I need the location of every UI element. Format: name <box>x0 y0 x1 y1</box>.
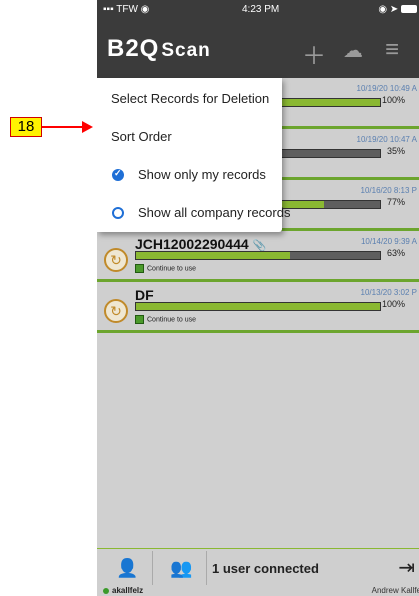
logout-icon[interactable]: ⇥ <box>398 555 415 580</box>
add-user-icon: 👤 <box>116 558 139 578</box>
record-date: 10/19/20 10:47 A <box>356 135 418 144</box>
add-icon[interactable]: ＋ <box>302 36 326 71</box>
menu-item-select-deletion[interactable]: Select Records for Deletion <box>111 91 269 106</box>
record-date: 10/19/20 10:49 A <box>356 84 418 93</box>
checked-radio-icon[interactable] <box>112 168 124 181</box>
record-name: JCH12002290444 📎 <box>135 236 267 252</box>
menu-item-sort-order[interactable]: Sort Order <box>111 129 172 144</box>
carrier-signal: ▪▪▪ TFW ◉ <box>103 4 150 15</box>
refresh-icon: ↻ <box>104 248 128 272</box>
user-bar: akallfelz Andrew Kallfe <box>97 586 419 596</box>
users-button[interactable]: 👥 <box>157 551 207 585</box>
record-name: DF <box>135 287 154 303</box>
record-row[interactable]: ↻ DF 10/13/20 3:02 P 100% Continue to us… <box>97 282 419 333</box>
menu-item-show-company-records[interactable]: Show all company records <box>138 205 290 220</box>
refresh-icon: ↻ <box>104 299 128 323</box>
progress-bar <box>135 302 381 311</box>
progress-percent: 35% <box>386 146 405 156</box>
record-status: Continue to use <box>135 264 196 273</box>
record-status: Continue to use <box>135 315 196 324</box>
clock: 4:23 PM <box>242 4 280 15</box>
current-user: akallfelz <box>112 586 144 595</box>
battery-icon: ◉ ➤ <box>378 4 417 15</box>
record-date: 10/14/20 9:39 A <box>360 237 417 246</box>
record-date: 10/13/20 3:02 P <box>360 288 418 297</box>
menu-icon[interactable]: ≡ <box>385 36 399 64</box>
online-dot-icon <box>103 588 109 594</box>
cloud-upload-icon[interactable]: ☁ <box>343 38 363 63</box>
connected-status: 1 user connected <box>212 561 319 576</box>
progress-percent: 63% <box>386 248 405 258</box>
add-user-button[interactable]: 👤 <box>103 551 153 585</box>
progress-percent: 77% <box>386 197 405 207</box>
progress-percent: 100% <box>381 299 405 309</box>
phone-screen: ▪▪▪ TFW ◉ 4:23 PM ◉ ➤ B2Q Scan ＋ ☁ ≡ 10/1… <box>97 0 419 596</box>
status-square-icon <box>135 264 144 273</box>
record-date: 10/16/20 8:13 P <box>360 186 418 195</box>
record-row[interactable]: ↻ JCH12002290444 📎 10/14/20 9:39 A 63% C… <box>97 231 419 282</box>
progress-percent: 100% <box>381 95 405 105</box>
users-icon: 👥 <box>170 558 193 578</box>
status-square-icon <box>135 315 144 324</box>
options-menu: Select Records for Deletion Sort Order S… <box>97 78 290 232</box>
status-bar: ▪▪▪ TFW ◉ 4:23 PM ◉ ➤ <box>97 0 419 22</box>
footer-toolbar: 👤 👥 1 user connected ⇥ <box>97 548 419 587</box>
menu-item-show-my-records[interactable]: Show only my records <box>138 167 266 182</box>
annotation-arrow <box>42 126 82 128</box>
annotation-callout: 18 <box>10 117 42 137</box>
unchecked-radio-icon[interactable] <box>112 207 124 219</box>
user-full-name: Andrew Kallfe <box>371 586 419 595</box>
annotation-arrow-head <box>82 121 93 133</box>
app-logo: B2Q Scan <box>107 35 211 62</box>
app-header: B2Q Scan ＋ ☁ ≡ <box>97 22 419 78</box>
progress-bar <box>135 251 381 260</box>
